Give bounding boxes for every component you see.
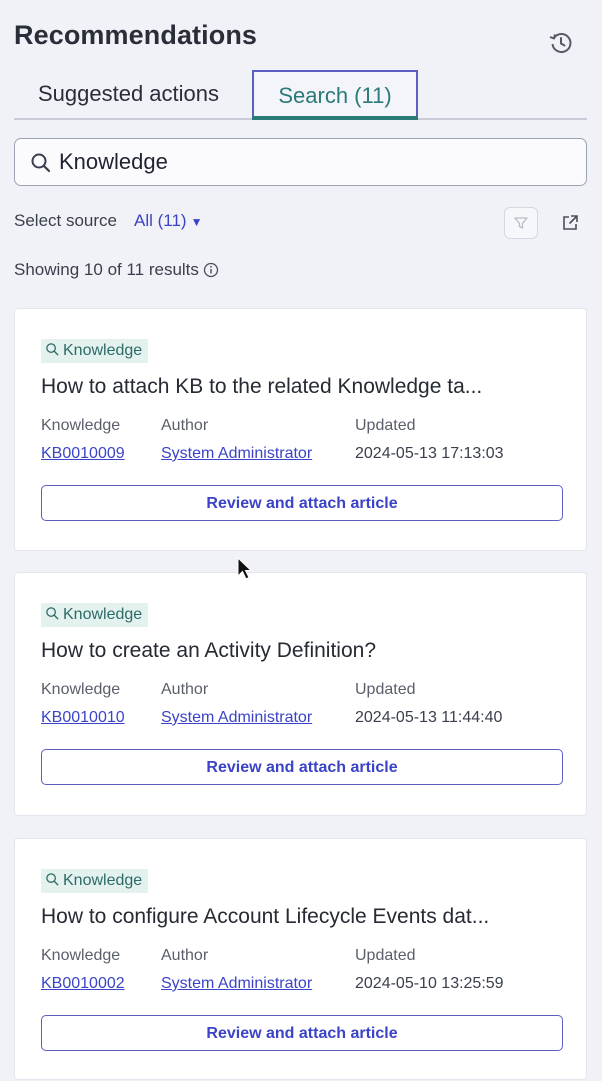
results-summary: Showing 10 of 11 results — [14, 260, 219, 280]
search-input[interactable] — [59, 145, 559, 179]
filter-icon — [514, 217, 528, 229]
updated-label: Updated — [355, 417, 416, 434]
search-icon — [46, 607, 59, 620]
article-number-link[interactable]: KB0010010 — [41, 709, 125, 727]
article-title: How to attach KB to the related Knowledg… — [41, 375, 483, 398]
article-number-link[interactable]: KB0010009 — [41, 445, 125, 463]
updated-value: 2024-05-13 11:44:40 — [355, 709, 503, 726]
source-tag: Knowledge — [41, 869, 149, 893]
source-dropdown[interactable]: All (11) ▼ — [134, 211, 202, 231]
search-icon — [46, 343, 59, 356]
recommendations-panel: Recommendations Suggested actions Search… — [0, 0, 602, 1081]
review-attach-button[interactable]: Review and attach article — [41, 749, 563, 785]
updated-value: 2024-05-10 13:25:59 — [355, 975, 504, 992]
author-link[interactable]: System Administrator — [161, 709, 312, 727]
result-card: Knowledge How to attach KB to the relate… — [14, 308, 587, 551]
search-icon — [46, 873, 59, 886]
source-row: Select source All (11) ▼ — [14, 207, 587, 239]
updated-label: Updated — [355, 947, 416, 964]
article-number-link[interactable]: KB0010002 — [41, 975, 125, 993]
updated-value: 2024-05-13 17:13:03 — [355, 445, 504, 462]
info-icon[interactable] — [203, 262, 219, 278]
tab-search[interactable]: Search (11) — [252, 70, 418, 120]
result-card: Knowledge How to create an Activity Defi… — [14, 572, 587, 816]
author-link[interactable]: System Administrator — [161, 445, 312, 463]
review-attach-button[interactable]: Review and attach article — [41, 1015, 563, 1051]
tab-suggested-actions[interactable]: Suggested actions — [38, 70, 219, 118]
source-tag-label: Knowledge — [63, 606, 143, 623]
source-tag: Knowledge — [41, 339, 149, 363]
results-summary-text: Showing 10 of 11 results — [14, 260, 199, 279]
article-title: How to configure Account Lifecycle Event… — [41, 905, 490, 928]
tab-bar: Suggested actions Search (11) — [14, 70, 587, 120]
source-tag-label: Knowledge — [63, 342, 143, 359]
number-label: Knowledge — [41, 681, 121, 698]
number-label: Knowledge — [41, 947, 121, 964]
history-icon[interactable] — [548, 30, 574, 56]
source-tag: Knowledge — [41, 603, 149, 627]
page-title: Recommendations — [14, 20, 258, 50]
mouse-cursor-icon — [237, 557, 253, 580]
result-card: Knowledge How to configure Account Lifec… — [14, 838, 587, 1080]
open-external-icon[interactable] — [560, 213, 580, 233]
article-title: How to create an Activity Definition? — [41, 639, 376, 662]
updated-label: Updated — [355, 681, 416, 698]
search-field[interactable] — [14, 138, 587, 186]
caret-down-icon: ▼ — [190, 214, 203, 229]
number-label: Knowledge — [41, 417, 121, 434]
source-dropdown-value: All (11) — [134, 211, 187, 230]
author-link[interactable]: System Administrator — [161, 975, 312, 993]
source-tag-label: Knowledge — [63, 872, 143, 889]
filter-button[interactable] — [504, 207, 538, 239]
source-label: Select source — [14, 211, 117, 230]
author-label: Author — [161, 681, 209, 698]
author-label: Author — [161, 417, 209, 434]
search-icon — [31, 153, 51, 173]
panel-header: Recommendations — [14, 20, 582, 56]
review-attach-button[interactable]: Review and attach article — [41, 485, 563, 521]
author-label: Author — [161, 947, 209, 964]
